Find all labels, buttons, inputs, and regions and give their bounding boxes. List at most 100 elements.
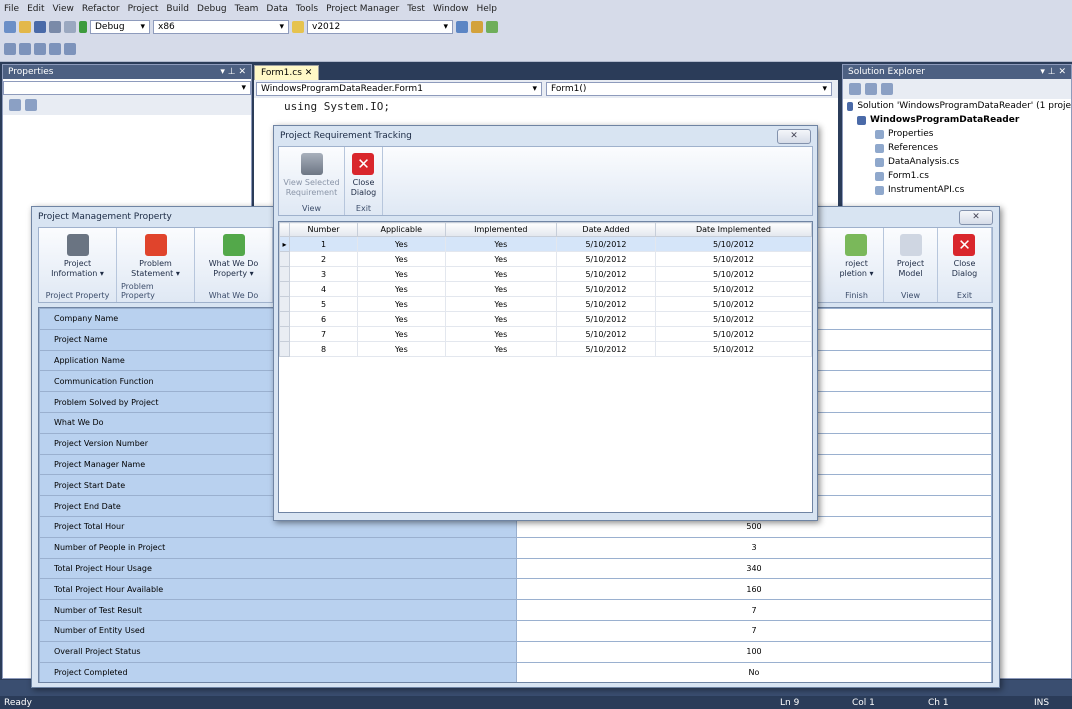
table-cell[interactable]: 5/10/2012 (654, 341, 813, 357)
menu-item-help[interactable]: Help (476, 4, 497, 14)
column-header[interactable]: Implemented (444, 222, 558, 237)
properties-object-select[interactable]: ▾ (3, 81, 251, 95)
table-row[interactable]: ▸ 1 Yes Yes 5/10/2012 5/10/2012 (279, 236, 813, 252)
menu-item-team[interactable]: Team (235, 4, 259, 14)
tab-form1[interactable]: Form1.cs ✕ (254, 65, 320, 80)
menu-item-project-manager[interactable]: Project Manager (326, 4, 399, 14)
ribbon-button[interactable]: Problem Statement ▾ (131, 230, 180, 279)
property-row[interactable]: Project Completed No (39, 661, 992, 682)
cut-icon[interactable] (49, 21, 61, 33)
tree-item[interactable]: References (843, 141, 1071, 155)
table-cell[interactable]: 7 (288, 326, 359, 342)
table-cell[interactable]: 3 (288, 266, 359, 282)
table-cell[interactable]: Yes (357, 326, 446, 342)
table-cell[interactable]: Yes (444, 236, 558, 252)
table-cell[interactable]: Yes (357, 236, 446, 252)
table-cell[interactable]: 5/10/2012 (556, 341, 656, 357)
table-row[interactable]: 5 Yes Yes 5/10/2012 5/10/2012 (279, 296, 813, 312)
close-icon[interactable]: ✕ (305, 68, 313, 78)
property-value[interactable]: 7 (516, 599, 992, 621)
table-cell[interactable]: 5/10/2012 (556, 311, 656, 327)
property-value[interactable]: 3 (516, 536, 992, 559)
solution-explorer-icon[interactable] (456, 21, 468, 33)
menu-item-refactor[interactable]: Refactor (82, 4, 120, 14)
new-project-icon[interactable] (4, 21, 16, 33)
row-header[interactable] (279, 251, 290, 267)
ribbon-button[interactable]: Project Information ▾ (51, 230, 104, 279)
property-value[interactable]: 340 (516, 557, 992, 580)
row-header[interactable] (279, 341, 290, 357)
property-value[interactable]: 100 (516, 640, 992, 663)
toolbox-icon[interactable] (486, 21, 498, 33)
table-cell[interactable]: 5/10/2012 (654, 296, 813, 312)
row-header[interactable] (279, 266, 290, 282)
tree-item[interactable]: InstrumentAPI.cs (843, 183, 1071, 197)
table-cell[interactable]: Yes (357, 251, 446, 267)
table-cell[interactable]: 6 (288, 311, 359, 327)
table-row[interactable]: 3 Yes Yes 5/10/2012 5/10/2012 (279, 266, 813, 282)
menu-item-edit[interactable]: Edit (27, 4, 44, 14)
table-cell[interactable]: Yes (444, 341, 558, 357)
indent-icon[interactable] (19, 42, 31, 55)
menu-item-data[interactable]: Data (266, 4, 288, 14)
start-debug-icon[interactable] (79, 21, 87, 33)
table-cell[interactable]: 5/10/2012 (556, 281, 656, 297)
requirements-grid[interactable]: Number Applicable Implemented Date Added Dat… (278, 221, 813, 513)
table-cell[interactable]: 5/10/2012 (654, 281, 813, 297)
pin-icon[interactable]: ▾ ⊥ ✕ (1040, 67, 1066, 77)
pm-close-button[interactable]: ✕ (959, 209, 993, 225)
row-header[interactable] (279, 296, 290, 312)
table-cell[interactable]: Yes (444, 311, 558, 327)
column-header[interactable]: Applicable (357, 222, 446, 237)
property-value[interactable]: 160 (516, 578, 992, 601)
req-close-button[interactable]: ✕ (777, 128, 811, 144)
table-cell[interactable]: 5/10/2012 (556, 236, 656, 252)
table-cell[interactable]: Yes (357, 281, 446, 297)
table-cell[interactable]: Yes (357, 296, 446, 312)
find-icon[interactable] (292, 21, 304, 33)
table-row[interactable]: 8 Yes Yes 5/10/2012 5/10/2012 (279, 341, 813, 357)
outdent-icon[interactable] (34, 42, 46, 55)
save-icon[interactable] (34, 21, 46, 33)
table-cell[interactable]: 5/10/2012 (556, 251, 656, 267)
tree-item[interactable]: DataAnalysis.cs (843, 155, 1071, 169)
view-code-icon[interactable] (881, 83, 893, 95)
menu-item-view[interactable]: View (53, 4, 74, 14)
platform-select[interactable]: x86 ▾ (153, 20, 289, 34)
table-row[interactable]: 2 Yes Yes 5/10/2012 5/10/2012 (279, 251, 813, 267)
menu-item-window[interactable]: Window (433, 4, 469, 14)
ribbon-button[interactable]: ✕ Close Dialog (952, 230, 977, 279)
menu-item-file[interactable]: File (4, 4, 19, 14)
ribbon-button[interactable]: Project Model (897, 230, 924, 279)
table-cell[interactable]: 2 (288, 251, 359, 267)
menu-item-test[interactable]: Test (407, 4, 425, 14)
row-header[interactable]: ▸ (279, 236, 290, 252)
ribbon-button[interactable]: ✕ Close Dialog (351, 149, 376, 198)
config-select[interactable]: Debug ▾ (90, 20, 150, 34)
code-line[interactable]: using System.IO; (254, 98, 838, 115)
table-cell[interactable]: 5/10/2012 (556, 266, 656, 282)
table-row[interactable]: 7 Yes Yes 5/10/2012 5/10/2012 (279, 326, 813, 342)
member-dropdown[interactable]: Form1() ▾ (546, 82, 832, 96)
table-cell[interactable]: 5/10/2012 (654, 251, 813, 267)
property-value[interactable]: No (516, 661, 992, 682)
property-row[interactable]: Total Project Hour Available 160 (39, 578, 992, 601)
table-cell[interactable]: 5/10/2012 (556, 326, 656, 342)
categorized-icon[interactable] (9, 99, 21, 111)
table-cell[interactable]: 5/10/2012 (654, 236, 813, 252)
alphabetical-icon[interactable] (25, 99, 37, 111)
pin-icon[interactable]: ▾ ⊥ ✕ (220, 67, 246, 77)
property-row[interactable]: Number of Test Result 7 (39, 599, 992, 621)
table-cell[interactable]: Yes (444, 266, 558, 282)
menu-item-debug[interactable]: Debug (197, 4, 227, 14)
tree-item[interactable]: Form1.cs (843, 169, 1071, 183)
column-header[interactable]: Number (288, 222, 359, 237)
table-cell[interactable]: Yes (444, 296, 558, 312)
table-cell[interactable]: 5/10/2012 (654, 326, 813, 342)
table-cell[interactable]: 8 (288, 341, 359, 357)
table-cell[interactable]: 5/10/2012 (654, 311, 813, 327)
menu-item-build[interactable]: Build (166, 4, 189, 14)
table-cell[interactable]: Yes (357, 311, 446, 327)
show-all-icon[interactable] (865, 83, 877, 95)
property-row[interactable]: Number of Entity Used 7 (39, 619, 992, 642)
